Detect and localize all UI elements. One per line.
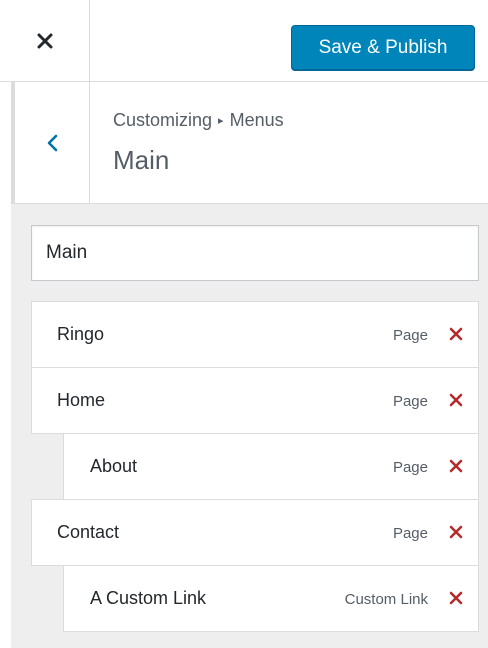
menu-item-type: Page [392, 393, 428, 410]
menu-item-title: About [90, 456, 138, 476]
menu-item-title: Home [57, 390, 106, 410]
menu-item-type: Custom Link [344, 591, 428, 608]
customizer-header: Save & Publish [0, 0, 488, 82]
menu-item-contact[interactable]: Contact Page [31, 499, 479, 566]
menu-item-ringo[interactable]: Ringo Page [31, 301, 479, 368]
remove-x-icon [449, 459, 463, 473]
menu-item-type: Page [392, 525, 428, 542]
remove-menu-item-button[interactable] [446, 390, 466, 410]
menus-panel: Customizing▸Menus Main Ringo Page Home P… [11, 82, 488, 648]
menu-item-title: Contact [57, 522, 120, 542]
save-publish-button[interactable]: Save & Publish [291, 25, 475, 70]
close-customizer-button[interactable] [0, 0, 90, 81]
remove-menu-item-button[interactable] [446, 324, 466, 344]
remove-x-icon [449, 393, 463, 407]
close-icon [37, 33, 52, 48]
menu-item-title: Ringo [57, 324, 105, 344]
remove-x-icon [449, 327, 463, 341]
remove-x-icon [449, 525, 463, 539]
panel-left-edge [0, 82, 11, 648]
remove-menu-item-button[interactable] [446, 588, 466, 608]
remove-menu-item-button[interactable] [446, 522, 466, 542]
menu-item-a-custom-link[interactable]: A Custom Link Custom Link [63, 565, 479, 632]
menu-item-type: Page [392, 459, 428, 476]
menu-item-type: Page [392, 327, 428, 344]
remove-x-icon [449, 591, 463, 605]
menu-item-about[interactable]: About Page [63, 433, 479, 500]
menu-items-list: Ringo Page Home Page About Page Contact … [11, 82, 488, 648]
menu-item-title: A Custom Link [90, 588, 207, 608]
menu-item-home[interactable]: Home Page [31, 367, 479, 434]
remove-menu-item-button[interactable] [446, 456, 466, 476]
